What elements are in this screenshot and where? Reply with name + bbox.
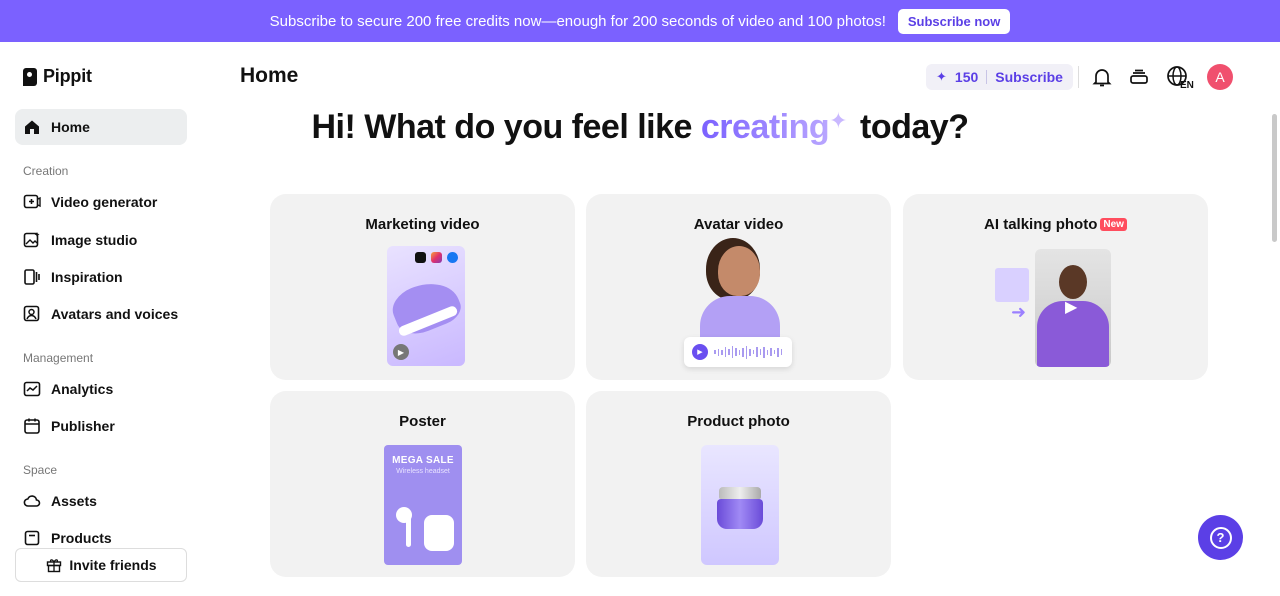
svg-text:EN: EN	[1180, 80, 1194, 89]
card-product-photo[interactable]: Product photo	[586, 391, 891, 577]
pippit-logo-icon	[23, 67, 37, 86]
section-label-creation: Creation	[23, 164, 69, 178]
sidebar-item-label: Inspiration	[51, 269, 123, 285]
sidebar-item-label: Publisher	[51, 418, 115, 434]
source-photo-thumbnail	[995, 268, 1029, 302]
sidebar-item-label: Image studio	[51, 232, 138, 248]
play-icon: ▶	[692, 344, 708, 360]
card-ai-talking-photo[interactable]: AI talking photo New ➜ ▶	[903, 194, 1208, 380]
promo-banner: Subscribe to secure 200 free credits now…	[0, 0, 1280, 42]
card-title: Product photo	[687, 413, 790, 430]
audio-waveform-pill: ▶	[684, 337, 792, 367]
sidebar-item-label: Assets	[51, 493, 97, 509]
inspiration-icon	[23, 268, 41, 286]
card-title: AI talking photo New	[903, 216, 1208, 233]
person-head	[1059, 265, 1087, 299]
chart-icon	[23, 380, 41, 398]
talking-photo-preview: ▶	[1035, 249, 1111, 367]
credits-divider	[986, 70, 988, 84]
invite-friends-button[interactable]: Invite friends	[15, 548, 187, 582]
credits-count: 150	[954, 69, 979, 85]
sidebar-item-image-studio[interactable]: Image studio	[15, 222, 187, 258]
page-scrollbar[interactable]	[1272, 114, 1277, 242]
avatar-person-image	[696, 246, 782, 338]
box-icon	[23, 529, 41, 547]
arrow-right-icon: ➜	[1011, 302, 1027, 322]
cosmetic-jar-image	[717, 499, 763, 529]
card-marketing-video[interactable]: Marketing video ▶	[270, 194, 575, 380]
image-sparkle-icon	[23, 231, 41, 249]
avatar-icon	[23, 305, 41, 323]
calendar-icon	[23, 417, 41, 435]
sidebar-item-video-generator[interactable]: Video generator	[15, 184, 187, 220]
app-logo[interactable]: Pippit	[23, 66, 92, 87]
sidebar-item-label: Avatars and voices	[51, 306, 179, 322]
sparkle-icon: ✦	[829, 108, 848, 133]
tiktok-icon	[415, 252, 426, 263]
avatar-head	[718, 246, 760, 296]
card-title-text: AI talking photo	[984, 216, 1098, 233]
poster-subline: Wireless headset	[396, 468, 450, 475]
section-label-management: Management	[23, 351, 94, 365]
facebook-icon	[447, 252, 458, 263]
sidebar-item-label: Analytics	[51, 381, 114, 397]
sidebar-item-label: Products	[51, 530, 112, 546]
earbud-case-image	[424, 515, 454, 551]
sidebar-item-assets[interactable]: Assets	[15, 483, 187, 519]
promo-banner-text: Subscribe to secure 200 free credits now…	[269, 12, 886, 30]
help-button[interactable]: ?	[1198, 515, 1243, 560]
card-title: Poster	[399, 413, 446, 430]
play-icon: ▶	[393, 344, 409, 360]
globe-icon[interactable]: EN	[1166, 65, 1196, 89]
gift-icon	[45, 556, 63, 574]
user-avatar[interactable]: A	[1207, 64, 1233, 90]
cloud-icon	[23, 492, 41, 510]
credits-widget[interactable]: ✦ 150 Subscribe	[926, 64, 1073, 90]
hero-suffix: today?	[851, 108, 969, 146]
sparkle-icon: ✦	[936, 69, 947, 84]
hero-heading: Hi! What do you feel like creating✦ toda…	[0, 108, 1280, 147]
avatar-body	[700, 296, 780, 338]
new-badge: New	[1100, 218, 1127, 231]
sidebar-item-analytics[interactable]: Analytics	[15, 371, 187, 407]
sidebar-item-publisher[interactable]: Publisher	[15, 408, 187, 444]
card-avatar-video[interactable]: Avatar video ▶	[586, 194, 891, 380]
sidebar-item-label: Video generator	[51, 194, 158, 210]
product-photo-preview	[701, 445, 779, 565]
poster-preview: MEGA SALE Wireless headset	[384, 445, 462, 565]
card-title: Avatar video	[693, 216, 784, 233]
card-poster[interactable]: Poster MEGA SALE Wireless headset	[270, 391, 575, 577]
card-title: Marketing video	[365, 216, 480, 233]
instagram-icon	[431, 252, 442, 263]
hero-prefix: Hi! What do you feel like	[311, 108, 701, 146]
video-plus-icon	[23, 193, 41, 211]
page-title: Home	[240, 64, 299, 87]
jar-lid	[719, 487, 761, 499]
sidebar-item-avatars-and-voices[interactable]: Avatars and voices	[15, 296, 187, 332]
waveform-icon	[714, 345, 782, 359]
bell-icon[interactable]	[1090, 65, 1114, 89]
subscribe-link[interactable]: Subscribe	[995, 69, 1063, 85]
earbud-stem	[406, 517, 411, 547]
app-name: Pippit	[43, 66, 92, 86]
invite-friends-label: Invite friends	[69, 557, 157, 573]
play-icon: ▶	[1065, 299, 1078, 316]
header-divider	[1078, 66, 1079, 88]
section-label-space: Space	[23, 463, 58, 477]
stack-icon[interactable]	[1127, 65, 1151, 89]
sidebar-item-inspiration[interactable]: Inspiration	[15, 259, 187, 295]
poster-headline: MEGA SALE	[392, 455, 454, 466]
hero-accent: creating	[700, 108, 830, 146]
marketing-video-preview: ▶	[387, 246, 465, 366]
subscribe-now-button[interactable]: Subscribe now	[897, 8, 1011, 34]
help-icon: ?	[1209, 526, 1232, 549]
